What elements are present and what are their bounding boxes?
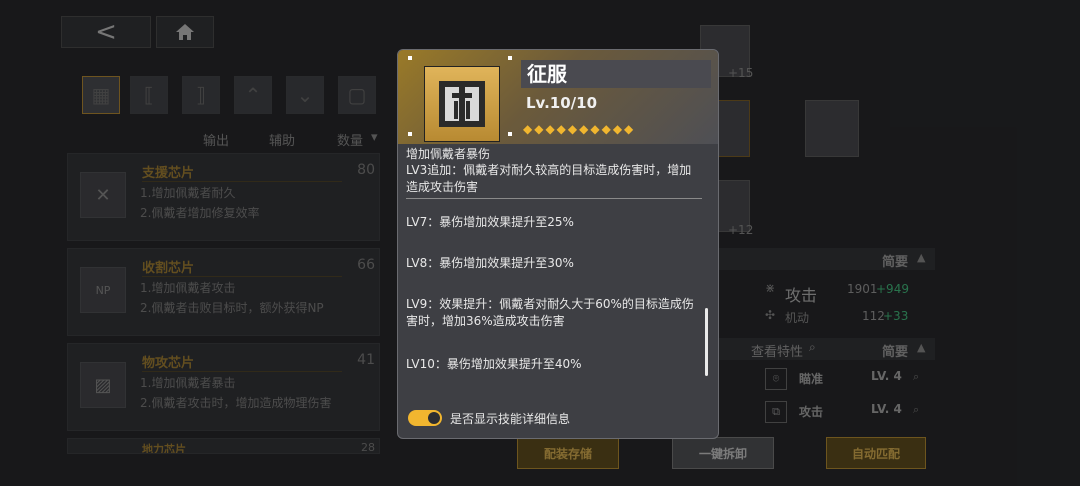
corner-mark — [408, 56, 412, 60]
corner-mark — [508, 132, 512, 136]
desc-lv8: LV8：暴伤增加效果提升至30% — [406, 256, 574, 270]
desc-lv7: LV7：暴伤增加效果提升至25% — [406, 215, 574, 229]
level-diamonds: ◆◆◆◆◆◆◆◆◆◆ — [523, 122, 636, 136]
toggle-knob — [428, 412, 440, 424]
popup-header: 征服 Lv.10/10 ◆◆◆◆◆◆◆◆◆◆ — [398, 50, 718, 144]
corner-mark — [508, 56, 512, 60]
sword-chip-icon — [439, 81, 485, 127]
popup-title: 征服 — [521, 60, 711, 88]
detail-toggle[interactable] — [408, 410, 442, 426]
desc-line: 增加佩戴者暴伤 — [406, 147, 491, 161]
corner-mark — [408, 132, 412, 136]
desc-lv10: LV10：暴伤增加效果提升至40% — [406, 357, 582, 371]
chip-detail-popup[interactable]: 征服 Lv.10/10 ◆◆◆◆◆◆◆◆◆◆ 增加佩戴者暴伤 LV3追加：佩戴者… — [397, 49, 719, 439]
desc-line: LV3追加：佩戴者对耐久较高的目标造成伤害时，增加造成攻击伤害 — [406, 162, 702, 199]
chip-icon — [424, 66, 500, 142]
scrollbar[interactable] — [705, 308, 708, 376]
chip-level: Lv.10/10 — [526, 94, 598, 112]
desc-lv9: LV9：效果提升：佩戴者对耐久大于60%的目标造成伤害时，增加36%造成攻击伤害 — [406, 297, 694, 328]
toggle-label: 是否显示技能详细信息 — [450, 412, 571, 426]
